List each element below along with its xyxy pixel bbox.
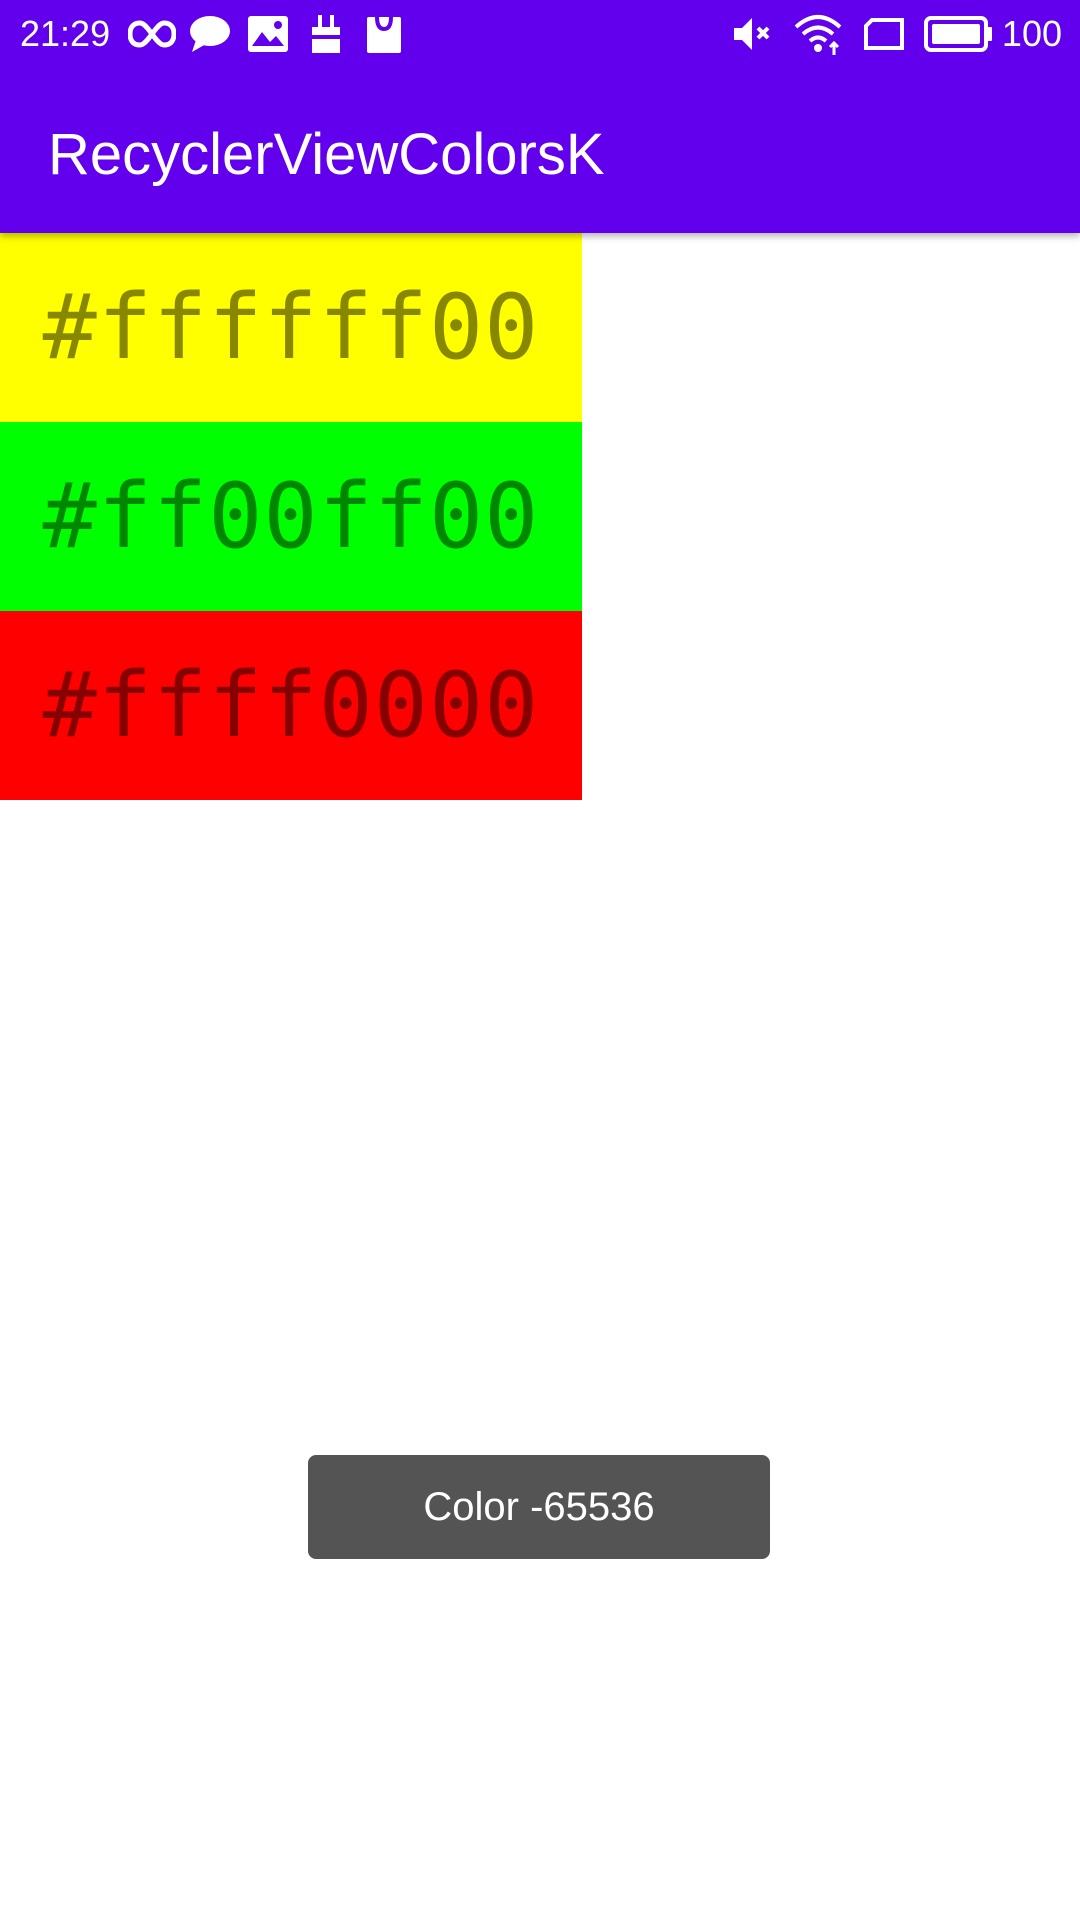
image-icon bbox=[244, 10, 292, 58]
color-label: #ffffff00 bbox=[42, 275, 540, 380]
notification-icons bbox=[128, 10, 418, 58]
color-label: #ff00ff00 bbox=[42, 464, 540, 569]
color-row-green[interactable]: #ff00ff00 bbox=[0, 422, 582, 611]
chat-bubble-icon bbox=[186, 10, 234, 58]
cart-icon bbox=[302, 10, 350, 58]
toast-message: Color -65536 bbox=[423, 1484, 655, 1529]
volume-muted-icon bbox=[726, 10, 778, 58]
infinity-icon bbox=[128, 10, 176, 58]
app-bar: RecyclerViewColorsK bbox=[0, 68, 1080, 233]
system-icons: 100 bbox=[712, 10, 1062, 58]
screen-icon bbox=[858, 10, 910, 58]
color-list: #ffffff00 #ff00ff00 #ffff0000 bbox=[0, 233, 582, 800]
battery-icon bbox=[923, 10, 994, 58]
wifi-icon bbox=[792, 10, 844, 58]
status-time: 21:29 bbox=[20, 13, 111, 54]
color-label: #ffff0000 bbox=[42, 653, 540, 758]
app-title: RecyclerViewColorsK bbox=[48, 122, 605, 187]
toast: Color -65536 bbox=[308, 1455, 770, 1559]
color-row-red[interactable]: #ffff0000 bbox=[0, 611, 582, 800]
color-row-yellow[interactable]: #ffffff00 bbox=[0, 233, 582, 422]
battery-percent: 100 bbox=[1001, 13, 1062, 54]
status-bar: 21:29 100 bbox=[0, 0, 1080, 68]
shopping-bag-icon bbox=[360, 10, 408, 58]
